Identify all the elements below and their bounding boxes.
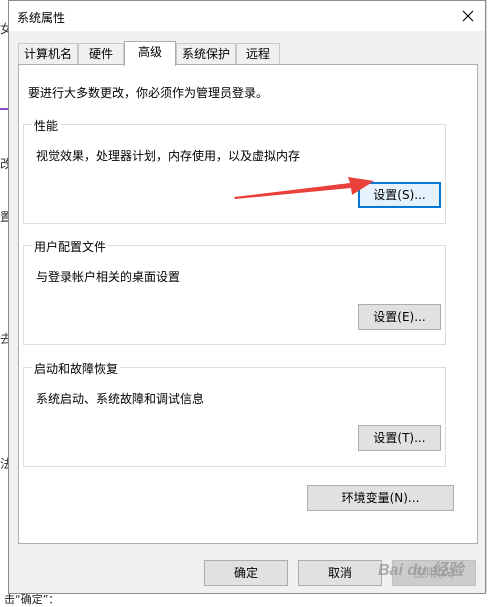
tab-remote[interactable]: 远程 bbox=[236, 43, 280, 65]
environment-variables-button[interactable]: 环境变量(N)... bbox=[307, 485, 454, 511]
title-bar[interactable]: 系统属性 bbox=[9, 1, 485, 31]
background-edge bbox=[486, 0, 493, 605]
performance-title: 性能 bbox=[32, 117, 61, 134]
startup-recovery-title: 启动和故障恢复 bbox=[32, 360, 121, 377]
performance-description: 视觉效果，处理器计划，内存使用，以及虚拟内存 bbox=[36, 149, 301, 163]
tab-hardware[interactable]: 硬件 bbox=[78, 43, 124, 65]
user-profile-title: 用户配置文件 bbox=[32, 238, 109, 255]
tab-computer-name[interactable]: 计算机名 bbox=[18, 43, 78, 65]
user-profile-settings-button[interactable]: 设置(E)... bbox=[358, 304, 441, 330]
close-icon bbox=[462, 10, 474, 22]
startup-recovery-settings-button[interactable]: 设置(T)... bbox=[358, 425, 441, 451]
startup-recovery-group: 启动和故障恢复 系统启动、系统故障和调试信息 bbox=[23, 360, 446, 467]
watermark-logo: Bai du 经验 bbox=[378, 562, 464, 579]
window-title: 系统属性 bbox=[17, 11, 66, 25]
ok-button[interactable]: 确定 bbox=[204, 560, 288, 586]
cancel-button[interactable]: 取消 bbox=[298, 560, 382, 586]
startup-recovery-description: 系统启动、系统故障和调试信息 bbox=[36, 392, 205, 406]
user-profile-description: 与登录帐户相关的桌面设置 bbox=[36, 270, 181, 284]
tab-advanced[interactable]: 高级 bbox=[124, 41, 176, 66]
user-profile-group: 用户配置文件 与登录帐户相关的桌面设置 bbox=[23, 238, 446, 345]
admin-notice: 要进行大多数更改，你必须作为管理员登录。 bbox=[28, 86, 269, 100]
annotation-arrow-icon bbox=[234, 177, 374, 199]
tab-system-protection[interactable]: 系统保护 bbox=[176, 43, 236, 65]
performance-group: 性能 视觉效果，处理器计划，内存使用，以及虚拟内存 bbox=[23, 117, 446, 224]
close-button[interactable] bbox=[457, 5, 479, 27]
